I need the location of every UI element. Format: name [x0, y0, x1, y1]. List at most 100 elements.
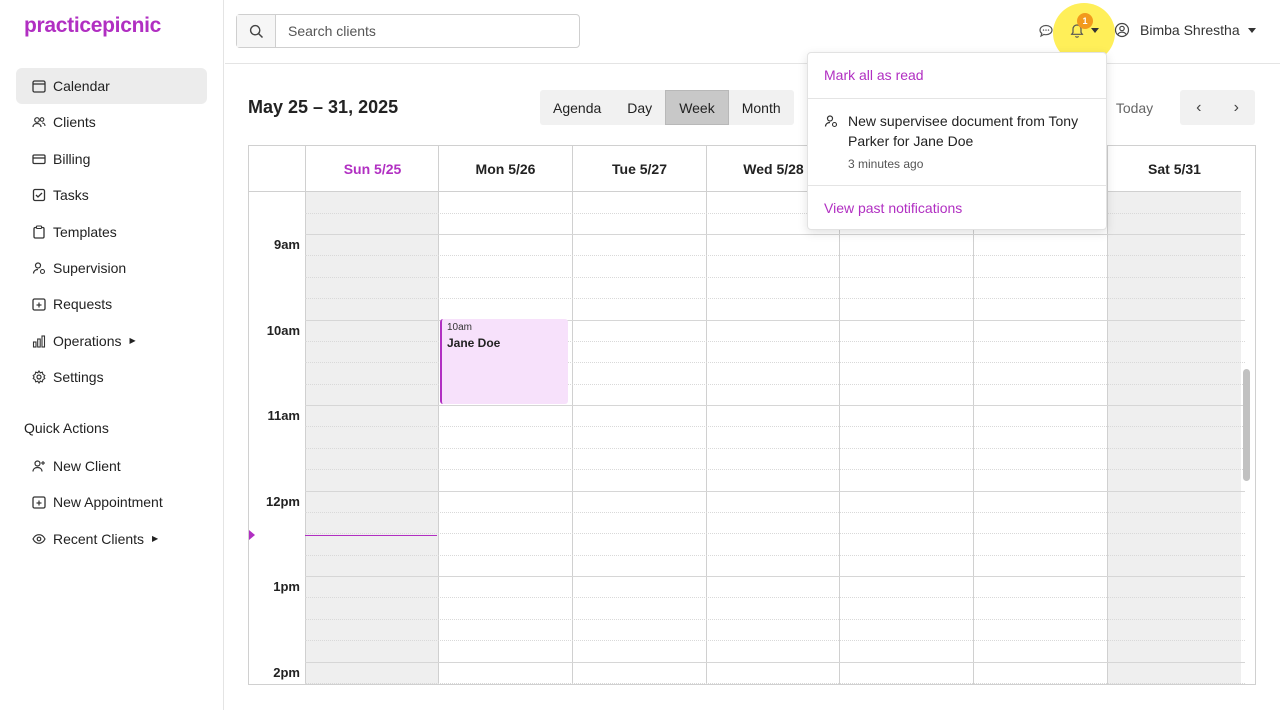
day-column[interactable] [839, 192, 973, 684]
time-label: 9am [273, 237, 300, 252]
day-column[interactable] [973, 192, 1107, 684]
divider [808, 98, 1106, 99]
calendar-scrollbar[interactable] [1243, 369, 1250, 481]
date-range-title: May 25 – 31, 2025 [248, 97, 399, 117]
mark-all-read-link[interactable]: Mark all as read [824, 67, 924, 83]
view-week-button[interactable]: Week [665, 90, 729, 125]
search-input[interactable] [276, 15, 579, 47]
quarter-line [305, 426, 1245, 428]
quick-action-label: Recent Clients [53, 530, 145, 547]
sidebar-item-requests[interactable]: Requests [16, 286, 207, 322]
user-avatar-icon [1114, 22, 1130, 38]
chat-icon[interactable] [1038, 23, 1054, 39]
chevron-left-icon: ‹ [1196, 98, 1202, 116]
time-label: 11am [267, 408, 300, 423]
next-week-button[interactable]: › [1218, 90, 1256, 125]
event-time: 10am [447, 322, 473, 333]
quick-actions-title: Quick Actions [24, 420, 109, 436]
hour-line [305, 490, 1245, 492]
time-gutter-header [249, 146, 305, 192]
current-time-line [305, 535, 437, 536]
quick-action-label: New Client [53, 458, 121, 474]
day-column[interactable] [305, 192, 439, 684]
view-month-button[interactable]: Month [729, 90, 794, 125]
day-column[interactable] [706, 192, 840, 684]
notification-count-badge: 1 [1077, 13, 1093, 29]
sidebar-item-label: Settings [53, 369, 104, 386]
sidebar-item-supervision[interactable]: Supervision [16, 250, 207, 286]
prev-week-button[interactable]: ‹ [1180, 90, 1218, 125]
eye-icon [31, 531, 46, 546]
time-label: 10am [266, 322, 300, 338]
new-client-button[interactable]: New Client [16, 448, 207, 484]
clipboard-icon [31, 224, 46, 239]
quarter-line [305, 533, 1245, 535]
time-label: 1pm [273, 579, 300, 594]
calendar-icon [31, 79, 46, 94]
quarter-line [305, 554, 1245, 556]
sidebar-item-label: Requests [53, 296, 113, 313]
search-button[interactable] [237, 15, 276, 47]
caret-right-icon: ▶ [129, 336, 136, 346]
quarter-line [305, 469, 1245, 471]
user-plus-icon [31, 459, 46, 474]
quarter-line [305, 682, 1245, 684]
chevron-down-icon [1091, 28, 1099, 33]
calendar-plus-icon [31, 495, 46, 510]
user-menu[interactable]: Bimba Shrestha [1114, 22, 1256, 38]
quarter-line [305, 618, 1245, 620]
sidebar-item-clients[interactable]: Clients [16, 104, 207, 140]
sidebar-item-label: Calendar [53, 78, 110, 94]
top-bar: 1 Bimba Shrestha [225, 0, 1280, 64]
user-name: Bimba Shrestha [1140, 22, 1240, 38]
new-appointment-button[interactable]: New Appointment [16, 484, 207, 520]
day-header[interactable]: Tue 5/27 [572, 146, 706, 192]
sidebar-item-billing[interactable]: Billing [16, 141, 207, 177]
notification-message[interactable]: New supervisee document from Tony Parker… [848, 111, 1088, 151]
sidebar-item-label: Templates [53, 223, 117, 240]
users-icon [31, 115, 46, 130]
view-agenda-button[interactable]: Agenda [540, 90, 614, 125]
day-header[interactable]: Sun 5/25 [305, 146, 439, 192]
quarter-line [305, 298, 1245, 300]
hour-line [305, 234, 1245, 235]
quarter-line [305, 276, 1245, 278]
quarter-line [305, 597, 1245, 599]
chevron-down-icon [1247, 27, 1256, 33]
day-column[interactable] [1107, 192, 1241, 684]
quarter-line [305, 255, 1245, 257]
bar-chart-icon [31, 333, 46, 348]
credit-card-icon [31, 151, 46, 166]
main-nav: Calendar Clients Billing Tasks Templates… [16, 68, 207, 396]
sidebar-item-calendar[interactable]: Calendar [16, 68, 207, 104]
sidebar-item-label: Operations [53, 332, 122, 349]
day-header[interactable]: Mon 5/26 [438, 146, 572, 192]
app-logo[interactable]: practicepicnic [24, 14, 161, 38]
time-label: 2pm [273, 664, 300, 680]
quick-action-label: New Appointment [53, 494, 163, 511]
day-column[interactable] [438, 192, 572, 684]
day-column[interactable] [572, 192, 706, 684]
sidebar-item-operations[interactable]: Operations ▶ [16, 323, 207, 359]
calendar-plus-icon [31, 297, 46, 312]
hour-line [305, 405, 1245, 406]
day-header[interactable]: Sat 5/31 [1107, 146, 1241, 192]
sidebar-item-label: Billing [53, 150, 91, 167]
quarter-line [305, 640, 1245, 642]
view-switcher: Agenda Day Week Month [540, 90, 794, 125]
sidebar-item-label: Tasks [53, 187, 89, 204]
recent-clients-button[interactable]: Recent Clients ▶ [16, 521, 207, 557]
quick-actions: New Client New Appointment Recent Client… [16, 448, 207, 557]
sidebar-item-tasks[interactable]: Tasks [16, 177, 207, 213]
appointment-event[interactable]: 10am Jane Doe [440, 319, 568, 404]
notifications-dropdown: Mark all as read New supervisee document… [807, 52, 1107, 230]
sidebar-item-settings[interactable]: Settings [16, 359, 207, 395]
view-past-notifications-link[interactable]: View past notifications [824, 200, 962, 216]
today-button[interactable]: Today [1101, 90, 1168, 125]
sidebar-item-templates[interactable]: Templates [16, 214, 207, 250]
view-day-button[interactable]: Day [614, 90, 665, 125]
time-gutter: 9am 10am 11am 12pm 1pm 2pm [249, 192, 305, 684]
sidebar: practicepicnic Calendar Clients Billing … [0, 0, 224, 710]
sidebar-item-label: Clients [53, 114, 96, 131]
quarter-line [305, 511, 1245, 513]
